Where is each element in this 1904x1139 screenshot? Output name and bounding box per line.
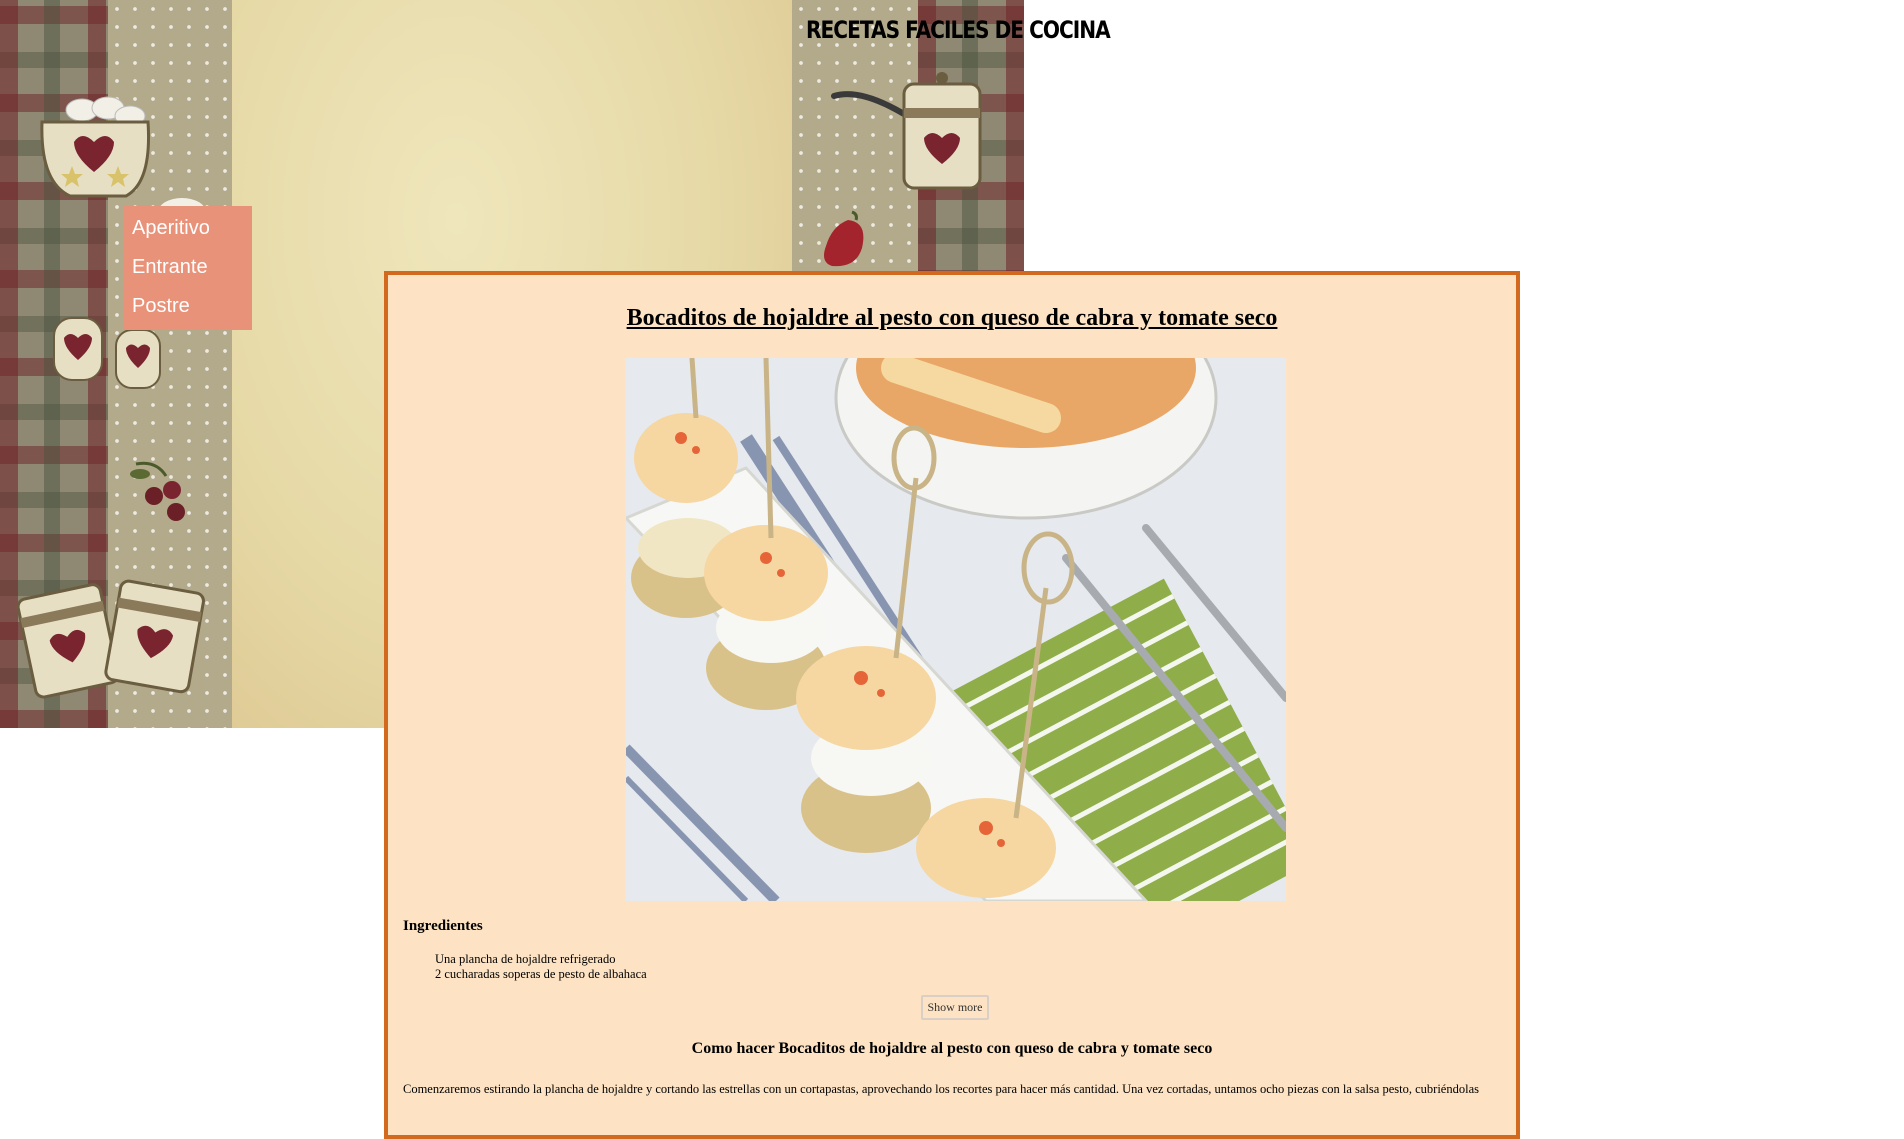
kettle-jar-icon — [831, 72, 982, 190]
canisters-icon — [16, 579, 205, 699]
method-text: Comenzaremos estirando la plancha de hoj… — [403, 1082, 1479, 1096]
ingredient-item: Una plancha de hojaldre refrigerado — [435, 952, 616, 966]
recipe-photo — [626, 358, 1286, 901]
red-pepper-icon — [824, 210, 864, 267]
cherries-icon — [130, 461, 185, 521]
menu-item-entrante[interactable]: Entrante — [123, 248, 252, 287]
cookie-jar-icon — [40, 96, 150, 198]
menu-item-aperitivo[interactable]: Aperitivo — [123, 209, 252, 248]
spice-jar-icon — [115, 329, 161, 389]
category-menu: Aperitivo Entrante Postre — [123, 206, 252, 330]
site-title: RECETAS FACILES DE COCINA — [806, 16, 1111, 44]
ingredients-list: Una plancha de hojaldre refrigerado 2 cu… — [435, 952, 647, 982]
method-heading: Como hacer Bocaditos de hojaldre al pest… — [691, 1040, 1213, 1057]
menu-item-postre[interactable]: Postre — [123, 287, 252, 326]
ingredients-heading: Ingredientes — [403, 918, 483, 934]
recipe-title: Bocaditos de hojaldre al pesto con queso… — [626, 305, 1278, 331]
recipe-card: Bocaditos de hojaldre al pesto con queso… — [384, 271, 1520, 1139]
show-more-button[interactable]: Show more — [921, 995, 989, 1020]
spice-jar-icon — [53, 317, 103, 381]
ingredient-item: 2 cucharadas soperas de pesto de albahac… — [435, 967, 647, 981]
